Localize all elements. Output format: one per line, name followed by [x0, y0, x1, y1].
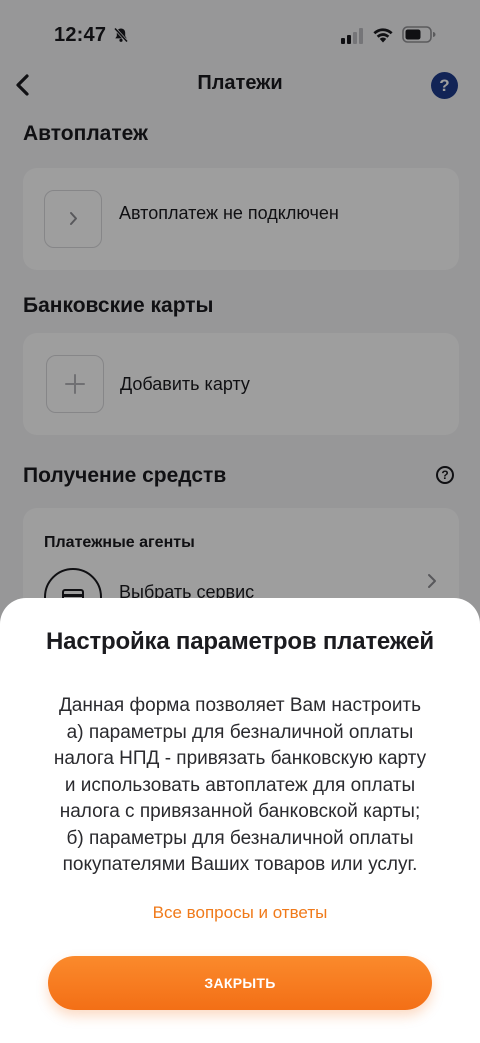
- sheet-description: Данная форма позволяет Вам настроить а) …: [53, 695, 427, 875]
- sheet-title: Настройка параметров платежей: [46, 628, 434, 655]
- faq-link[interactable]: Все вопросы и ответы: [0, 903, 480, 923]
- close-button[interactable]: ЗАКРЫТЬ: [48, 956, 432, 1010]
- info-bottom-sheet: Настройка параметров платежей Данная фор…: [0, 598, 480, 1043]
